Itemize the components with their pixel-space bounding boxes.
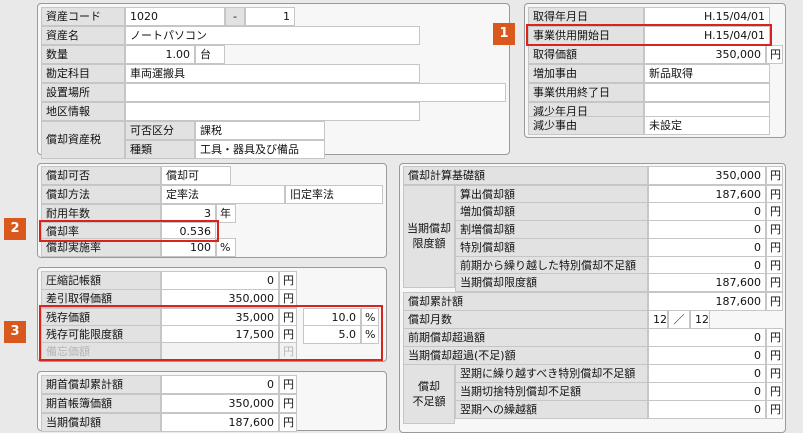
taxable-field[interactable]: 課税 [195, 121, 325, 140]
s3-unit: 円 [766, 400, 783, 419]
old-method-field[interactable]: 旧定率法 [285, 185, 383, 204]
compress-unit: 円 [279, 271, 297, 290]
account-field[interactable]: 車両運搬具 [125, 64, 420, 83]
begin-book-field[interactable]: 350,000 [161, 394, 279, 413]
over-field[interactable]: 0 [648, 328, 766, 347]
special-field[interactable]: 0 [648, 238, 766, 257]
s3-field[interactable]: 0 [648, 400, 766, 419]
begin-acc-label: 期首償却累計額 [41, 375, 161, 394]
months-field[interactable]: 12 [648, 310, 668, 329]
group2-label: 償却 不足額 [403, 364, 455, 424]
begin-acc-unit: 円 [279, 375, 297, 394]
over2-unit: 円 [766, 346, 783, 365]
qty-label: 数量 [41, 45, 125, 64]
begin-book-label: 期首帳簿価額 [41, 394, 161, 413]
qty-unit: 台 [195, 45, 225, 64]
acc-label: 償却累計額 [403, 292, 648, 311]
compress-label: 圧縮記帳額 [41, 271, 161, 290]
cost-label: 取得価額 [528, 45, 644, 64]
over2-label: 当期償却超過(不足)額 [403, 346, 648, 365]
s1-field[interactable]: 0 [648, 364, 766, 383]
asset-name-label: 資産名 [41, 26, 125, 45]
base-unit: 円 [766, 166, 783, 185]
badge-1: 1 [493, 23, 515, 45]
extra-field[interactable]: 0 [648, 220, 766, 239]
taxable-label: 可否区分 [125, 121, 195, 140]
acc-unit: 円 [766, 292, 783, 311]
location-field[interactable] [125, 83, 506, 102]
s3-label: 翌期への繰越額 [455, 400, 648, 419]
highlight-residual [39, 305, 383, 361]
add-unit: 円 [766, 202, 783, 221]
over-label: 前期償却超過額 [403, 328, 648, 347]
add-field[interactable]: 0 [648, 202, 766, 221]
increase-field[interactable]: 新品取得 [644, 64, 770, 83]
begin-acc-field[interactable]: 0 [161, 375, 279, 394]
region-field[interactable] [125, 102, 420, 121]
decrease-field[interactable]: 未設定 [644, 116, 770, 135]
asset-code-field[interactable]: 1020 [125, 7, 225, 26]
kind-field[interactable]: 工具・器具及び備品 [195, 140, 325, 159]
tax-label: 償却資産税 [41, 121, 125, 159]
special-label: 特別償却額 [455, 238, 648, 257]
qty-field[interactable]: 1.00 [125, 45, 195, 64]
base-label: 償却計算基礎額 [403, 166, 648, 185]
kind-label: 種類 [125, 140, 195, 159]
months-total-field[interactable]: 12 [690, 310, 710, 329]
highlight-rate [39, 220, 219, 242]
asset-name-field[interactable]: ノートパソコン [125, 26, 420, 45]
months-label: 償却月数 [403, 310, 648, 329]
limit-r-label: 当期償却限度額 [455, 273, 648, 292]
asset-code-label: 資産コード [41, 7, 125, 26]
extra-label: 割増償却額 [455, 220, 648, 239]
account-label: 勘定科目 [41, 64, 125, 83]
over-unit: 円 [766, 328, 783, 347]
cur-field[interactable]: 187,600 [161, 413, 279, 432]
cur-unit: 円 [279, 413, 297, 432]
highlight-start-date [526, 24, 772, 46]
extra-unit: 円 [766, 220, 783, 239]
cost-unit: 円 [766, 45, 783, 64]
region-label: 地区情報 [41, 102, 125, 121]
limit-r-field[interactable]: 187,600 [648, 273, 766, 292]
add-label: 増加償却額 [455, 202, 648, 221]
base-field[interactable]: 350,000 [648, 166, 766, 185]
special-unit: 円 [766, 238, 783, 257]
s2-unit: 円 [766, 382, 783, 401]
compress-field[interactable]: 0 [161, 271, 279, 290]
s2-field[interactable]: 0 [648, 382, 766, 401]
exec-unit: % [216, 238, 236, 257]
acc-field[interactable]: 187,600 [648, 292, 766, 311]
decrease-label: 減少事由 [528, 116, 644, 135]
over2-field[interactable]: 0 [648, 346, 766, 365]
cost-field[interactable]: 350,000 [644, 45, 766, 64]
method-field[interactable]: 定率法 [161, 185, 285, 204]
badge-3: 3 [4, 321, 26, 343]
s1-label: 翌期に繰り越すべき特別償却不足額 [455, 364, 648, 383]
life-unit: 年 [216, 204, 236, 223]
limit-r-unit: 円 [766, 273, 783, 292]
cur-label: 当期償却額 [41, 413, 161, 432]
months-sep: ／ [668, 310, 690, 329]
s2-label: 当期切捨特別償却不足額 [455, 382, 648, 401]
begin-book-unit: 円 [279, 394, 297, 413]
group1-label: 当期償却 限度額 [403, 185, 455, 288]
end-field[interactable] [644, 83, 770, 102]
increase-label: 増加事由 [528, 64, 644, 83]
asset-branch-field[interactable]: 1 [245, 7, 295, 26]
allow-field[interactable]: 償却可 [161, 166, 231, 185]
method-label: 償却方法 [41, 185, 161, 204]
s1-unit: 円 [766, 364, 783, 383]
location-label: 設置場所 [41, 83, 125, 102]
asset-code-sep: - [225, 7, 245, 26]
allow-label: 償却可否 [41, 166, 161, 185]
badge-2: 2 [4, 218, 26, 240]
end-label: 事業供用終了日 [528, 83, 644, 102]
